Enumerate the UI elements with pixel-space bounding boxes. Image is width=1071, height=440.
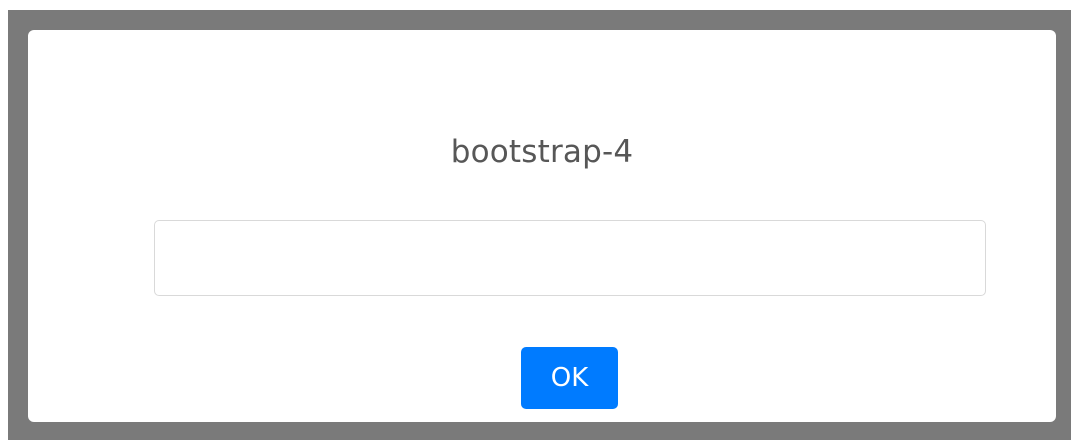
prompt-dialog: bootstrap-4 OK xyxy=(28,30,1056,422)
prompt-input[interactable] xyxy=(154,220,986,296)
dialog-title: bootstrap-4 xyxy=(450,134,634,170)
ok-button[interactable]: OK xyxy=(521,347,618,409)
